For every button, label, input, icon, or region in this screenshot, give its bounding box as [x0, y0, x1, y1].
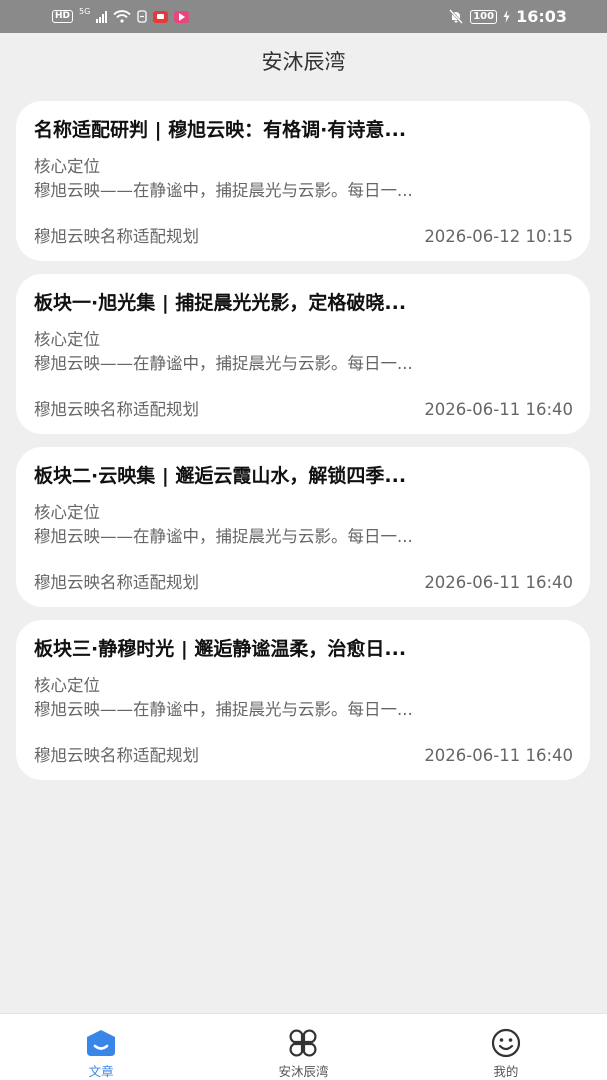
- article-list: 名称适配研判 | 穆旭云映：有格调·有诗意... 核心定位 穆旭云映——在静谧中…: [16, 101, 590, 793]
- status-bar-left: HD 5G: [52, 7, 190, 23]
- article-category: 穆旭云映名称适配规划: [34, 746, 199, 765]
- article-date: 2026-06-11 16:40: [424, 573, 573, 592]
- article-subtitle: 核心定位: [34, 157, 100, 176]
- article-category: 穆旭云映名称适配规划: [34, 573, 199, 592]
- network-type: 5G: [79, 7, 91, 16]
- signal-icon: [96, 10, 108, 23]
- bottom-nav: 文章 安沐辰湾 我的: [0, 1013, 607, 1080]
- article-date: 2026-06-12 10:15: [424, 227, 573, 246]
- article-footer: 穆旭云映名称适配规划 2026-06-11 16:40: [34, 572, 573, 594]
- article-date: 2026-06-11 16:40: [424, 400, 573, 419]
- article-date: 2026-06-11 16:40: [424, 746, 573, 765]
- article-excerpt: 穆旭云映——在静谧中，捕捉晨光与云影。每日一...: [34, 354, 413, 373]
- article-title: 板块三·静穆时光 | 邂逅静谧温柔，治愈日...: [34, 638, 407, 660]
- four-leaf-grid-icon: [285, 1026, 321, 1059]
- article-title: 板块一·旭光集 | 捕捉晨光光影，定格破晓...: [34, 292, 407, 314]
- nav-tab-home[interactable]: 安沐辰湾: [202, 1014, 404, 1080]
- article-category: 穆旭云映名称适配规划: [34, 400, 199, 419]
- article-excerpt: 穆旭云映——在静谧中，捕捉晨光与云影。每日一...: [34, 181, 413, 200]
- sim-icon: [137, 10, 147, 23]
- status-bar-right: 100 16:03: [448, 7, 567, 26]
- article-category: 穆旭云映名称适配规划: [34, 227, 199, 246]
- article-footer: 穆旭云映名称适配规划 2026-06-12 10:15: [34, 226, 573, 248]
- article-subtitle: 核心定位: [34, 330, 100, 349]
- article-subtitle: 核心定位: [34, 503, 100, 522]
- video-app-notification-icon: [174, 10, 190, 23]
- article-title: 板块二·云映集 | 邂逅云霞山水，解锁四季...: [34, 465, 407, 487]
- nav-tab-profile[interactable]: 我的: [405, 1014, 607, 1080]
- article-card[interactable]: 板块一·旭光集 | 捕捉晨光光影，定格破晓... 核心定位 穆旭云映——在静谧中…: [16, 274, 590, 434]
- nav-label-profile: 我的: [493, 1064, 519, 1079]
- status-bar: HD 5G 100 16:03: [0, 0, 607, 33]
- page-title: 安沐辰湾: [261, 50, 346, 74]
- article-card[interactable]: 板块二·云映集 | 邂逅云霞山水，解锁四季... 核心定位 穆旭云映——在静谧中…: [16, 447, 590, 607]
- article-excerpt: 穆旭云映——在静谧中，捕捉晨光与云影。每日一...: [34, 527, 413, 546]
- article-card[interactable]: 板块三·静穆时光 | 邂逅静谧温柔，治愈日... 核心定位 穆旭云映——在静谧中…: [16, 620, 590, 780]
- article-card[interactable]: 名称适配研判 | 穆旭云映：有格调·有诗意... 核心定位 穆旭云映——在静谧中…: [16, 101, 590, 261]
- app-notification-icon: [153, 10, 169, 23]
- article-subtitle: 核心定位: [34, 676, 100, 695]
- nav-label-articles: 文章: [88, 1064, 114, 1079]
- article-footer: 穆旭云映名称适配规划 2026-06-11 16:40: [34, 399, 573, 421]
- article-home-icon: [83, 1026, 119, 1059]
- nav-tab-articles[interactable]: 文章: [0, 1014, 202, 1080]
- hd-badge: HD: [52, 10, 74, 23]
- wifi-icon: [113, 10, 131, 23]
- article-title: 名称适配研判 | 穆旭云映：有格调·有诗意...: [34, 119, 407, 141]
- nav-label-home: 安沐辰湾: [278, 1064, 329, 1079]
- article-footer: 穆旭云映名称适配规划 2026-06-11 16:40: [34, 745, 573, 767]
- battery-icon: 100: [470, 9, 498, 24]
- clock: 16:03: [516, 7, 567, 26]
- mute-bell-icon: [449, 9, 464, 24]
- charging-bolt-icon: [503, 10, 510, 23]
- article-excerpt: 穆旭云映——在静谧中，捕捉晨光与云影。每日一...: [34, 700, 413, 719]
- smiley-face-icon: [488, 1026, 524, 1059]
